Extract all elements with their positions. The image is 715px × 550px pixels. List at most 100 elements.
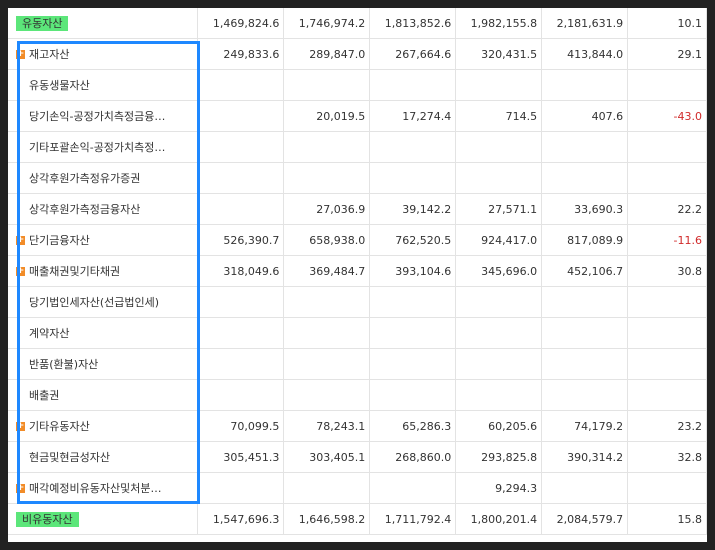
table-row[interactable]: 비유동자산 1,547,696.3 1,646,598.2 1,711,792.4 1,…: [8, 503, 707, 535]
value-cell: 393,104.6: [369, 255, 457, 287]
row-label: 상각후원가측정유가증권: [29, 172, 141, 185]
change-cell: [627, 317, 707, 349]
value-cell: [455, 379, 543, 411]
value-cell: [455, 317, 543, 349]
value-cell: 74,179.2: [541, 410, 629, 442]
value-cell: [197, 131, 285, 163]
table-row[interactable]: 당기손익-공정가치측정금융… 20,019.5 17,274.4 714.5 407.6…: [8, 100, 707, 132]
row-label-cell: 기타포괄손익-공정가치측정…: [8, 131, 199, 163]
row-label-cell: 상각후원가측정유가증권: [8, 162, 199, 194]
table-row[interactable]: + 재고자산 249,833.6 289,847.0 267,664.6 320,431.…: [8, 38, 707, 70]
value-cell: [541, 317, 629, 349]
value-cell: 318,049.6: [197, 255, 285, 287]
change-cell: 10.1: [627, 8, 707, 39]
value-cell: [455, 131, 543, 163]
row-label: 당기손익-공정가치측정금융…: [29, 110, 166, 123]
row-label-cell: 당기법인세자산(선급법인세): [8, 286, 199, 318]
value-cell: [197, 317, 285, 349]
value-cell: 249,833.6: [197, 38, 285, 70]
change-cell: 22.2: [627, 193, 707, 225]
change-cell: [627, 69, 707, 101]
value-cell: [197, 472, 285, 504]
value-cell: [197, 348, 285, 380]
expand-plus-icon[interactable]: +: [16, 266, 25, 276]
table-row[interactable]: 당기법인세자산(선급법인세): [8, 286, 707, 318]
value-cell: [197, 193, 285, 225]
expand-plus-icon[interactable]: +: [16, 483, 25, 493]
value-cell: 9,294.3: [455, 472, 543, 504]
value-cell: 1,813,852.6: [369, 8, 457, 39]
row-label-cell: 현금및현금성자산: [8, 441, 199, 473]
value-cell: 1,982,155.8: [455, 8, 543, 39]
value-cell: 1,800,201.4: [455, 503, 543, 535]
row-label-cell: 계약자산: [8, 317, 199, 349]
value-cell: [197, 286, 285, 318]
row-label: 단기금융자산: [29, 234, 90, 247]
expand-plus-icon[interactable]: +: [16, 421, 25, 431]
value-cell: 1,746,974.2: [283, 8, 371, 39]
value-cell: 390,314.2: [541, 441, 629, 473]
table-row[interactable]: 유동자산 1,469,824.6 1,746,974.2 1,813,852.6 1,9…: [8, 8, 707, 39]
row-label: 현금및현금성자산: [29, 451, 110, 464]
change-cell: [627, 131, 707, 163]
value-cell: 413,844.0: [541, 38, 629, 70]
row-label: 당기법인세자산(선급법인세): [29, 296, 160, 309]
value-cell: 268,860.0: [369, 441, 457, 473]
change-cell: [627, 379, 707, 411]
table-row[interactable]: 반품(환불)자산: [8, 348, 707, 380]
row-label: 상각후원가측정금융자산: [29, 203, 141, 216]
financial-table-panel: 유동자산 1,469,824.6 1,746,974.2 1,813,852.6 1,9…: [8, 8, 707, 542]
row-label: 반품(환불)자산: [29, 358, 99, 371]
row-label-cell: 배출권: [8, 379, 199, 411]
value-cell: [369, 69, 457, 101]
row-label: 배출권: [29, 389, 60, 402]
table-row[interactable]: 상각후원가측정금융자산 27,036.9 39,142.2 27,571.1 33,69…: [8, 193, 707, 225]
expand-plus-icon[interactable]: +: [16, 49, 25, 59]
value-cell: 289,847.0: [283, 38, 371, 70]
value-cell: [541, 286, 629, 318]
change-cell: -43.0: [627, 100, 707, 132]
table-row[interactable]: + 기타유동자산 70,099.5 78,243.1 65,286.3 60,205.6 7…: [8, 410, 707, 442]
value-cell: 345,696.0: [455, 255, 543, 287]
value-cell: 452,106.7: [541, 255, 629, 287]
table-row[interactable]: + 매출채권및기타채권 318,049.6 369,484.7 393,104.6 345…: [8, 255, 707, 287]
row-label: 유동생물자산: [29, 79, 90, 92]
value-cell: 924,417.0: [455, 224, 543, 256]
change-cell: [627, 162, 707, 194]
expand-plus-icon[interactable]: +: [16, 235, 25, 245]
value-cell: 407.6: [541, 100, 629, 132]
table-row[interactable]: 유동생물자산: [8, 69, 707, 101]
table-row[interactable]: 배출권: [8, 379, 707, 411]
table-row[interactable]: + 매각예정비유동자산및처분… 9,294.3: [8, 472, 707, 504]
value-cell: [455, 69, 543, 101]
row-label-cell: 비유동자산: [8, 503, 199, 535]
value-cell: [283, 286, 371, 318]
table-row[interactable]: + 단기금융자산 526,390.7 658,938.0 762,520.5 924,41…: [8, 224, 707, 256]
value-cell: [283, 472, 371, 504]
value-cell: 65,286.3: [369, 410, 457, 442]
change-cell: 30.8: [627, 255, 707, 287]
value-cell: 1,547,696.3: [197, 503, 285, 535]
value-cell: 369,484.7: [283, 255, 371, 287]
value-cell: [369, 131, 457, 163]
value-cell: 70,099.5: [197, 410, 285, 442]
change-cell: [627, 286, 707, 318]
row-label-cell: 상각후원가측정금융자산: [8, 193, 199, 225]
value-cell: 1,469,824.6: [197, 8, 285, 39]
table-row[interactable]: 현금및현금성자산 305,451.3 303,405.1 268,860.0 293,8…: [8, 441, 707, 473]
value-cell: [541, 472, 629, 504]
row-label: 매각예정비유동자산및처분…: [29, 482, 162, 495]
row-label: 계약자산: [29, 327, 70, 340]
value-cell: [541, 379, 629, 411]
row-label-cell: + 단기금융자산: [8, 224, 199, 256]
value-cell: [197, 100, 285, 132]
value-cell: [541, 69, 629, 101]
table-row[interactable]: 계약자산: [8, 317, 707, 349]
value-cell: 658,938.0: [283, 224, 371, 256]
change-cell: 15.8: [627, 503, 707, 535]
value-cell: 20,019.5: [283, 100, 371, 132]
table-row[interactable]: 상각후원가측정유가증권: [8, 162, 707, 194]
change-cell: -11.6: [627, 224, 707, 256]
row-label: 비유동자산: [16, 512, 79, 527]
table-row[interactable]: 기타포괄손익-공정가치측정…: [8, 131, 707, 163]
